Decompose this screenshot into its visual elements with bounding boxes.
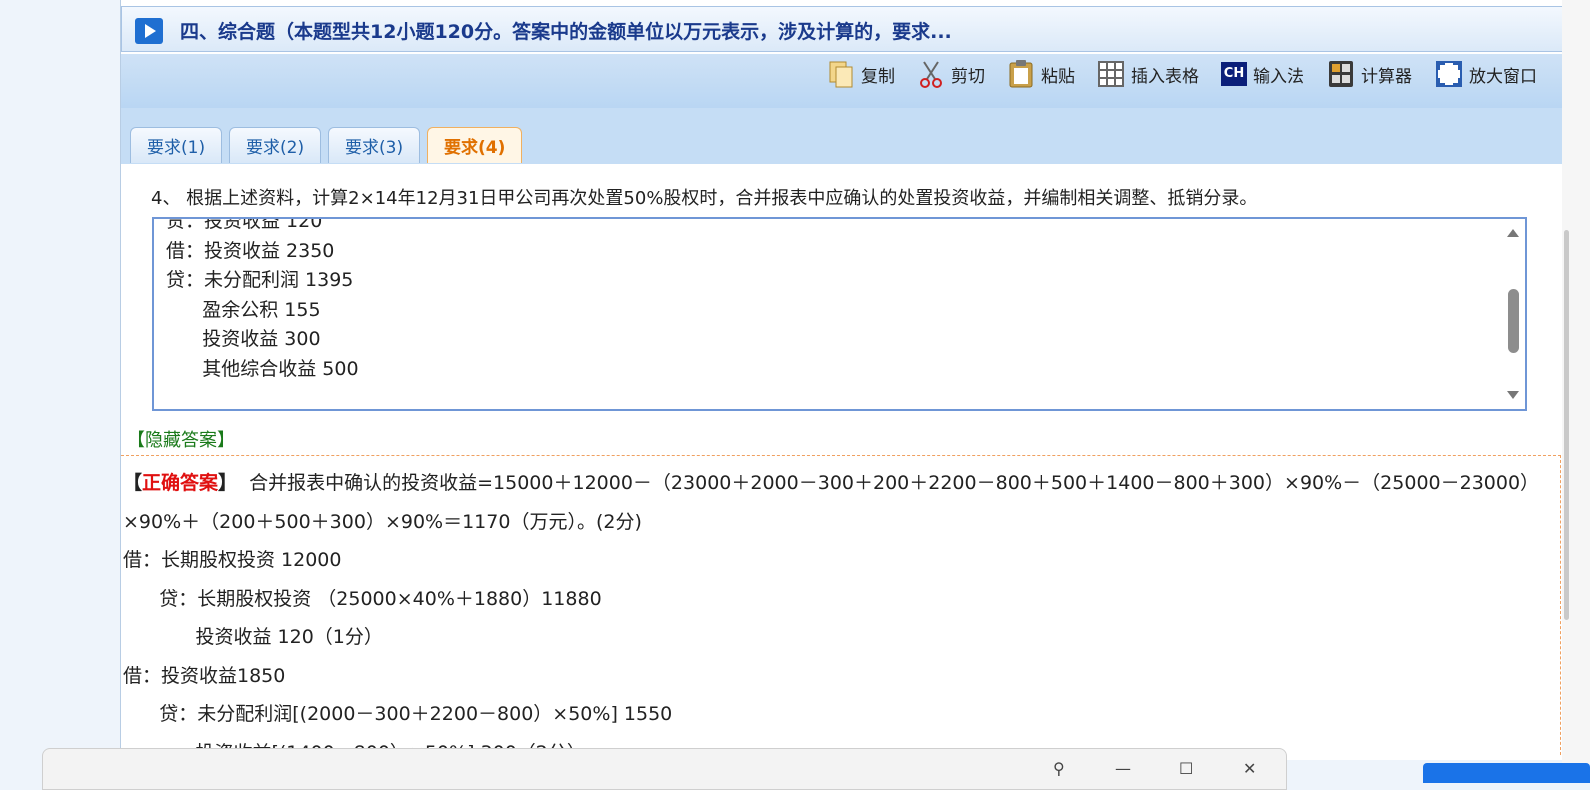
answer-line: 投资收益 300 xyxy=(166,328,321,350)
paste-label: 粘贴 xyxy=(1041,66,1075,87)
maximize-icon[interactable]: ☐ xyxy=(1179,759,1193,778)
correct-answer-line: 借：长期股权投资 12000 xyxy=(123,549,342,571)
answer-line: 借：投资收益 2350 xyxy=(166,239,335,262)
toolbar: 复制 剪切 粘贴 插入表格 CH 输入法 计算器 放大窗口 xyxy=(121,54,1563,109)
tab-requirement-2[interactable]: 要求(2) xyxy=(229,127,322,163)
cut-button[interactable]: 剪切 xyxy=(917,58,985,90)
scroll-down-arrow-icon[interactable] xyxy=(1507,391,1519,399)
insert-table-button[interactable]: 插入表格 xyxy=(1097,58,1199,90)
clipboard-icon xyxy=(1009,60,1033,88)
enlarge-window-label: 放大窗口 xyxy=(1469,66,1537,87)
taskbar-item[interactable] xyxy=(1423,763,1590,783)
input-method-icon: CH xyxy=(1221,62,1247,86)
paste-button[interactable]: 粘贴 xyxy=(1007,58,1075,90)
question-panel: 四、综合题（本题型共12小题120分。答案中的金额单位以万元表示，涉及计算的，要… xyxy=(120,0,1564,760)
scroll-up-arrow-icon[interactable] xyxy=(1507,229,1519,237)
copy-label: 复制 xyxy=(861,66,895,87)
title-bar: 四、综合题（本题型共12小题120分。答案中的金额单位以万元表示，涉及计算的，要… xyxy=(121,6,1563,52)
correct-answer-text: 【正确答案】 合并报表中确认的投资收益=15000＋12000－（23000＋2… xyxy=(123,464,1543,760)
answer-line: 贷：投资收益 120 xyxy=(166,217,323,232)
left-margin xyxy=(0,0,120,783)
section-title: 四、综合题（本题型共12小题120分。答案中的金额单位以万元表示，涉及计算的，要… xyxy=(180,21,952,43)
copy-button[interactable]: 复制 xyxy=(827,58,895,90)
correct-answer-line: 借：投资收益1850 xyxy=(123,664,286,687)
expand-icon xyxy=(1436,61,1462,87)
question-text: 4、 根据上述资料，计算2×14年12月31日甲公司再次处置50%股权时，合并报… xyxy=(151,188,1258,209)
scissors-icon xyxy=(920,61,942,88)
tab-requirement-4[interactable]: 要求(4) xyxy=(427,127,523,163)
answer-line: 其他综合收益 500 xyxy=(166,357,359,380)
correct-answer-line: 贷：未分配利润[(2000－300＋2200－800）×50%] 1550 xyxy=(123,703,673,725)
close-icon[interactable]: ✕ xyxy=(1243,759,1256,778)
table-icon xyxy=(1098,61,1124,87)
answer-scrollbar[interactable] xyxy=(1503,219,1525,409)
calculator-button[interactable]: 计算器 xyxy=(1327,58,1412,90)
calculator-icon xyxy=(1329,61,1353,87)
scroll-thumb[interactable] xyxy=(1508,289,1519,353)
cut-label: 剪切 xyxy=(951,66,985,87)
input-method-button[interactable]: CH 输入法 xyxy=(1221,58,1304,90)
tabs-area: 要求(1) 要求(2) 要求(3) 要求(4) xyxy=(121,108,1563,164)
answer-content[interactable]: 贷：投资收益 120 借：投资收益 2350 贷：未分配利润 1395 盈余公积… xyxy=(166,217,359,384)
calculator-label: 计算器 xyxy=(1361,66,1412,87)
play-icon[interactable] xyxy=(135,18,163,44)
hide-answer-link[interactable]: 【隐藏答案】 xyxy=(127,426,235,452)
tab-requirement-1[interactable]: 要求(1) xyxy=(130,127,223,163)
correct-answer-box: 【正确答案】 合并报表中确认的投资收益=15000＋12000－（23000＋2… xyxy=(121,455,1561,760)
correct-answer-line: 投资收益 120（1分） xyxy=(123,626,383,648)
background-window-titlebar[interactable]: ⚲ — ☐ ✕ xyxy=(42,748,1287,790)
pin-icon[interactable]: ⚲ xyxy=(1053,759,1065,778)
input-method-label: 输入法 xyxy=(1253,66,1304,87)
correct-answer-label: 正确答案 xyxy=(142,472,219,494)
enlarge-window-button[interactable]: 放大窗口 xyxy=(1435,58,1537,90)
answer-line: 贷：未分配利润 1395 xyxy=(166,269,354,291)
correct-answer-line: 贷：长期股权投资 （25000×40%＋1880）11880 xyxy=(123,587,602,610)
tab-requirement-3[interactable]: 要求(3) xyxy=(328,127,421,163)
correct-answer-line: ×90%＋（200＋500＋300）×90%＝1170（万元）。(2分) xyxy=(123,510,642,533)
answer-line: 盈余公积 155 xyxy=(166,298,321,321)
answer-textarea[interactable]: 贷：投资收益 120 借：投资收益 2350 贷：未分配利润 1395 盈余公积… xyxy=(152,217,1527,411)
insert-table-label: 插入表格 xyxy=(1131,66,1199,87)
page-scrollbar[interactable] xyxy=(1564,230,1569,620)
copy-icon xyxy=(829,61,853,88)
correct-answer-line: 合并报表中确认的投资收益=15000＋12000－（23000＋2000－300… xyxy=(237,472,1540,494)
minimize-icon[interactable]: — xyxy=(1115,759,1131,778)
